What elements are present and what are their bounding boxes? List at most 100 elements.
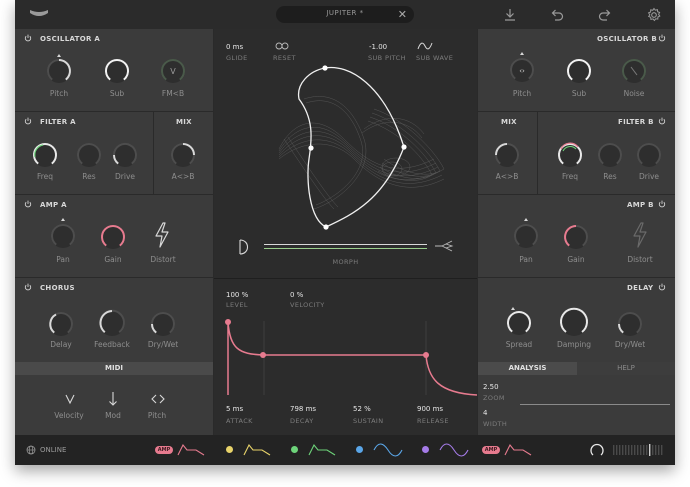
fm-knob[interactable]: V (157, 53, 189, 85)
master-volume-knob[interactable] (589, 442, 605, 458)
mod-env-3[interactable] (308, 443, 336, 457)
mix-b-section: MIX A<>B (478, 112, 537, 194)
decay-value[interactable]: 798 ms (290, 405, 316, 413)
logo-icon (30, 10, 48, 16)
mod-env-2[interactable] (243, 443, 271, 457)
chorus-dry-wet-knob[interactable] (147, 306, 179, 338)
mix-knob[interactable] (167, 137, 199, 169)
tab-analysis[interactable]: ANALYSIS (478, 362, 577, 375)
mix-a-section: MIX A<>B (154, 112, 213, 194)
amp-badge: AMP (155, 446, 173, 454)
mod-icon[interactable] (107, 391, 119, 407)
lightning-icon[interactable] (630, 222, 650, 248)
mod-dot-purple[interactable] (422, 446, 429, 453)
sub-label: Sub (571, 89, 587, 98)
sustain-value[interactable]: 52 % (353, 405, 371, 413)
close-icon[interactable]: ✕ (398, 6, 407, 23)
mod-dot-green[interactable] (291, 446, 298, 453)
section-divider (478, 111, 675, 112)
mod-env-1[interactable] (177, 443, 205, 457)
feedback-knob[interactable] (95, 304, 129, 338)
damping-knob[interactable] (556, 303, 592, 339)
res-knob[interactable] (73, 137, 105, 169)
spread-knob[interactable] (503, 304, 535, 338)
section-divider (15, 111, 213, 112)
download-icon[interactable] (502, 7, 518, 23)
res-knob[interactable] (594, 137, 626, 169)
pitch-bend-icon[interactable] (151, 393, 165, 405)
pan-knob[interactable] (510, 217, 542, 251)
gain-label: Gain (567, 255, 585, 264)
envelope-editor[interactable] (214, 309, 477, 399)
sub-knob[interactable] (563, 53, 595, 85)
pitch-knob[interactable]: ‹› (506, 51, 538, 85)
globe-icon (26, 445, 36, 455)
lfo-2[interactable] (439, 443, 469, 457)
amp-b-section: AMP B Pan Gain Distort (478, 195, 675, 277)
lfo-1[interactable] (373, 443, 403, 457)
lightning-icon[interactable] (152, 222, 172, 248)
power-icon[interactable] (658, 117, 666, 125)
reset-icon[interactable] (275, 42, 289, 50)
freq-knob[interactable] (29, 137, 61, 169)
attack-label: ATTACK (226, 417, 253, 425)
power-icon[interactable] (24, 200, 32, 208)
pitch-knob[interactable] (43, 53, 75, 85)
amp-badge: AMP (482, 446, 500, 454)
power-icon[interactable] (658, 200, 666, 208)
drive-knob[interactable] (633, 137, 665, 169)
velocity-icon[interactable] (64, 393, 76, 405)
power-icon[interactable] (658, 34, 666, 42)
mix-knob[interactable] (491, 137, 523, 169)
distort-label: Distort (627, 255, 653, 264)
freq-knob[interactable] (554, 137, 586, 169)
morph-start-icon[interactable] (238, 239, 252, 255)
distort-label: Distort (150, 255, 176, 264)
fm-label: FM<B (161, 89, 185, 98)
release-value[interactable]: 900 ms (417, 405, 443, 413)
mod-env-4[interactable] (504, 443, 532, 457)
morph-handle (401, 144, 407, 150)
gain-knob[interactable] (97, 219, 129, 251)
sub-pitch-value[interactable]: -1.00 (369, 43, 387, 51)
noise-label: Noise (623, 89, 645, 98)
section-title: OSCILLATOR A (40, 35, 101, 43)
section-title: AMP B (627, 201, 654, 209)
pan-knob[interactable] (47, 217, 79, 251)
width-value[interactable]: 4 (483, 409, 487, 417)
power-icon[interactable] (658, 283, 666, 291)
tab-help[interactable]: HELP (577, 362, 675, 375)
morph-visualizer[interactable] (224, 59, 469, 239)
morph-end-icon[interactable] (434, 240, 454, 252)
velocity-value[interactable]: 0 % (290, 291, 303, 299)
zoom-value[interactable]: 2.50 (483, 383, 499, 391)
level-value[interactable]: 100 % (226, 291, 248, 299)
mix-label: A<>B (495, 172, 519, 181)
glide-value[interactable]: 0 ms (226, 43, 243, 51)
noise-knob[interactable] (618, 53, 650, 85)
settings-icon[interactable] (646, 7, 662, 23)
power-icon[interactable] (24, 283, 32, 291)
sine-wave-icon[interactable] (417, 41, 433, 51)
mod-dot-blue[interactable] (356, 446, 363, 453)
section-title: FILTER B (618, 118, 654, 126)
power-icon[interactable] (24, 117, 32, 125)
section-divider (15, 277, 213, 278)
center-divider (214, 278, 477, 279)
delay-knob[interactable] (45, 306, 77, 338)
section-divider (153, 112, 154, 194)
delay-dry-wet-knob[interactable] (614, 306, 646, 338)
power-icon[interactable] (24, 34, 32, 42)
mod-dot-yellow[interactable] (226, 446, 233, 453)
morph-slider-track[interactable] (264, 244, 427, 245)
section-title: MIX (501, 118, 517, 126)
section-divider (478, 194, 675, 195)
undo-icon[interactable] (549, 7, 565, 23)
gain-knob[interactable] (560, 219, 592, 251)
preset-selector[interactable]: JUPITER * ✕ (276, 6, 414, 23)
sub-knob[interactable] (101, 53, 133, 85)
redo-icon[interactable] (597, 7, 613, 23)
attack-value[interactable]: 5 ms (226, 405, 243, 413)
column-divider (213, 29, 214, 435)
drive-knob[interactable] (109, 137, 141, 169)
